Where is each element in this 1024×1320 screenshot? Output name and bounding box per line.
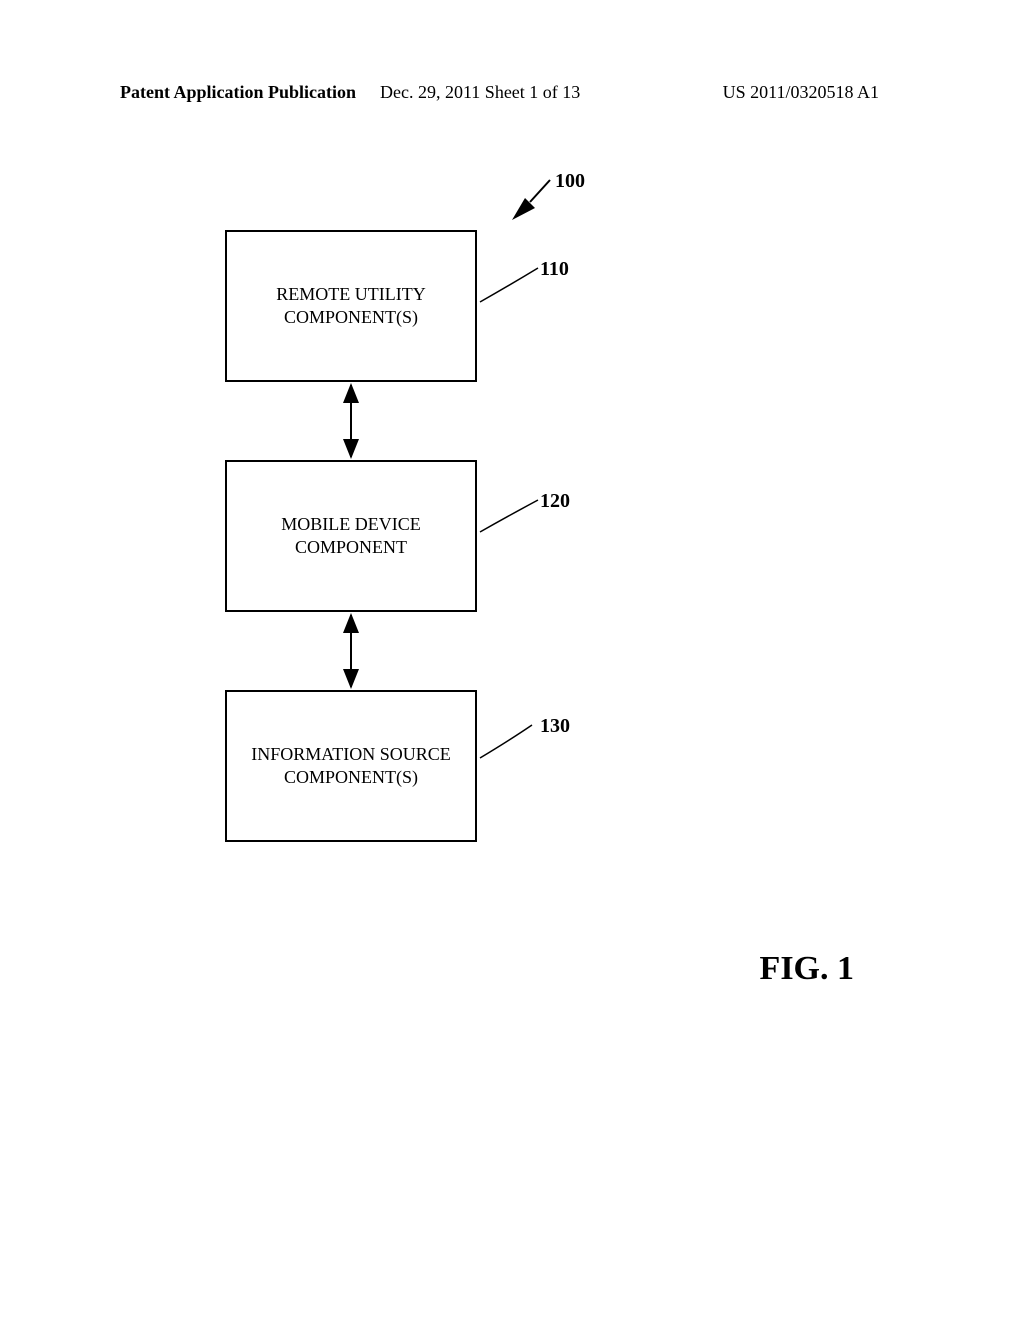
box-120-text: MOBILE DEVICE COMPONENT xyxy=(281,513,420,560)
figure-caption: FIG. 1 xyxy=(760,950,854,988)
header-title: Patent Application Publication xyxy=(120,82,356,103)
page-header: Patent Application Publication Dec. 29, … xyxy=(0,82,1024,103)
header-pub-number: US 2011/0320518 A1 xyxy=(723,82,879,103)
leader-110 xyxy=(480,268,538,302)
ref-label-110: 110 xyxy=(540,258,569,281)
pointer-arrow-100 xyxy=(512,180,550,220)
box-mobile-device: MOBILE DEVICE COMPONENT xyxy=(225,460,477,612)
box-information-source: INFORMATION SOURCE COMPONENT(S) xyxy=(225,690,477,842)
box-remote-utility: REMOTE UTILITY COMPONENT(S) xyxy=(225,230,477,382)
diagram-container: REMOTE UTILITY COMPONENT(S) MOBILE DEVIC… xyxy=(0,160,1024,940)
box-110-text: REMOTE UTILITY COMPONENT(S) xyxy=(276,283,425,330)
header-date-sheet: Dec. 29, 2011 Sheet 1 of 13 xyxy=(380,82,580,103)
leader-130 xyxy=(480,725,532,758)
ref-label-130: 130 xyxy=(540,715,570,738)
diagram-svg xyxy=(0,160,1024,940)
box-130-text: INFORMATION SOURCE COMPONENT(S) xyxy=(251,743,451,790)
leader-120 xyxy=(480,500,538,532)
ref-label-100: 100 xyxy=(555,170,585,193)
ref-label-120: 120 xyxy=(540,490,570,513)
